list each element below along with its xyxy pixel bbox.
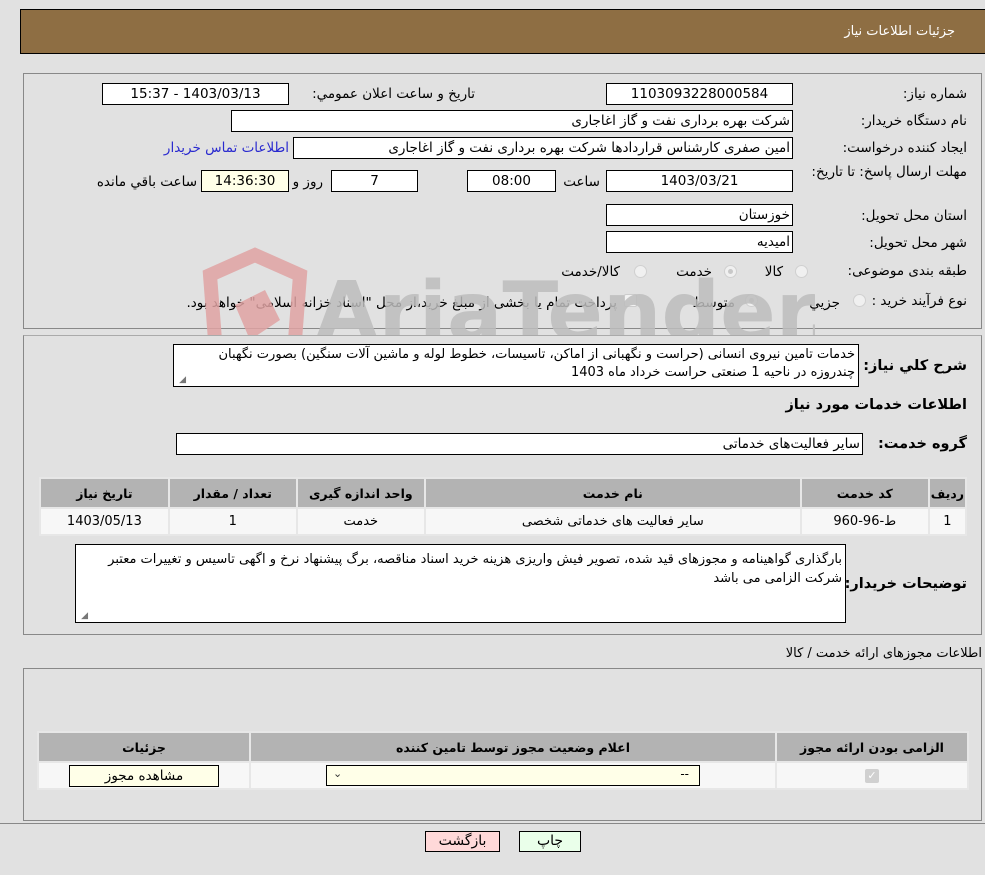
cell-permit-details: مشاهده مجوز [37,761,251,790]
category-option-goods-service: کالا/خدمت [561,264,620,280]
cell-permit-status: -- ⌄ [249,761,777,790]
col-service-code: کد خدمت [799,477,930,509]
chevron-down-icon: ⌄ [333,767,343,780]
deadline-label: مهلت ارسال پاسخ: تا تاریخ: [811,164,967,180]
table-row: 1 ط-96-960 سایر فعالیت های خدماتی شخصی خ… [39,507,968,536]
remaining-time-label: ساعت باقي مانده [96,174,197,190]
cell-service-code: ط-96-960 [799,507,930,536]
col-row-number: ردیف [927,477,968,509]
back-button[interactable]: بازگشت [425,831,500,852]
announce-date-label: تاریخ و ساعت اعلان عمومي: [312,86,475,102]
services-table: ردیف کد خدمت نام خدمت واحد اندازه گیری ت… [39,477,968,536]
deadline-time-field: 08:00 [467,170,556,192]
buyer-contact-link[interactable]: اطلاعات تماس خریدار [164,140,289,156]
view-permit-button[interactable]: مشاهده مجوز [69,764,219,787]
buyer-org-label: نام دستگاه خریدار: [860,113,967,129]
treasury-checkbox[interactable] [624,294,637,307]
cell-permit-required: ✓ [775,761,969,790]
deadline-time-label: ساعت [563,174,600,190]
days-label: روز و [292,174,323,190]
category-radio-goods-service[interactable] [634,265,647,278]
footer-divider [0,823,985,824]
buyer-notes-textarea[interactable]: بارگذاری گواهینامه و مجوزهای قید شده، تص… [75,544,846,623]
category-radio-goods[interactable] [795,265,808,278]
category-label: طبقه بندی موضوعی: [847,263,967,279]
services-table-header: ردیف کد خدمت نام خدمت واحد اندازه گیری ت… [39,477,968,509]
buyer-notes-label: توضیحات خریدار: [844,576,967,592]
deadline-date-field: 1403/03/21 [606,170,793,192]
process-radio-medium[interactable] [745,294,758,307]
remaining-time-field: 14:36:30 [201,170,289,192]
days-remaining-field: 7 [331,170,418,192]
col-permit-details: جزئیات [37,731,251,763]
permit-required-checkbox[interactable]: ✓ [865,769,879,783]
process-type-label: نوع فرآیند خرید : [871,293,967,309]
print-button[interactable]: چاپ [519,831,581,852]
services-section-title: اطلاعات خدمات مورد نیاز [785,397,967,413]
category-option-service: خدمت [676,264,712,280]
col-unit: واحد اندازه گیری [295,477,426,509]
col-quantity: تعداد / مقدار [167,477,298,509]
description-textarea[interactable]: خدمات تامین نیروی انسانی (حراست و نگهبان… [173,344,859,387]
resize-grip-icon[interactable]: ◢ [176,375,186,385]
buyer-notes-text: بارگذاری گواهینامه و مجوزهای قید شده، تص… [108,552,842,586]
service-group-field: سایر فعالیت‌های خدماتی [176,433,863,455]
buyer-org-field: شرکت بهره برداری نفت و گاز اغاجاری [231,110,793,132]
cell-service-name: سایر فعالیت های خدماتی شخصی [423,507,802,536]
creator-field: امین صفری کارشناس قراردادها شرکت بهره بر… [293,137,793,159]
permits-table-header: الزامی بودن ارائه مجوز اعلام وضعیت مجوز … [37,731,969,763]
announce-date-field: 1403/03/13 - 15:37 [102,83,289,105]
creator-label: ایجاد کننده درخواست: [842,140,967,156]
need-number-label: شماره نیاز: [902,86,967,102]
service-group-label: گروه خدمت: [877,436,967,452]
permit-status-value: -- [680,767,689,781]
need-number-field: 1103093228000584 [606,83,793,105]
description-text: خدمات تامین نیروی انسانی (حراست و نگهبان… [218,347,855,380]
permit-status-select[interactable]: -- ⌄ [326,765,700,786]
permits-table: الزامی بودن ارائه مجوز اعلام وضعیت مجوز … [37,731,969,790]
process-option-minor: جزيي [809,295,840,311]
col-need-date: تاریخ نیاز [39,477,170,509]
col-permit-status: اعلام وضعیت مجوز توسط تامین کننده [249,731,777,763]
description-label: شرح کلي نياز: [863,358,967,374]
city-label: شهر محل تحویل: [869,235,967,251]
cell-quantity: 1 [167,507,298,536]
province-label: استان محل تحویل: [861,208,967,224]
cell-need-date: 1403/05/13 [39,507,170,536]
resize-grip-icon[interactable]: ◢ [78,611,88,621]
treasury-note: پرداخت تمام یا بخشی از مبلغ خرید،از محل … [186,295,617,311]
process-option-medium: متوسط [692,295,735,311]
category-option-goods: کالا [764,264,783,280]
province-field: خوزستان [606,204,793,226]
cell-unit: خدمت [295,507,426,536]
permits-section-title: اطلاعات مجوزهای ارائه خدمت / کالا [785,646,982,661]
table-row: ✓ -- ⌄ مشاهده مجوز [37,761,969,790]
col-permit-required: الزامی بودن ارائه مجوز [775,731,969,763]
city-field: امیدیه [606,231,793,253]
process-radio-minor[interactable] [853,294,866,307]
col-service-name: نام خدمت [423,477,802,509]
cell-row-number: 1 [927,507,968,536]
page-header: جزئیات اطلاعات نیاز [20,9,985,54]
category-radio-service[interactable] [724,265,737,278]
page-title: جزئیات اطلاعات نیاز [844,24,955,39]
